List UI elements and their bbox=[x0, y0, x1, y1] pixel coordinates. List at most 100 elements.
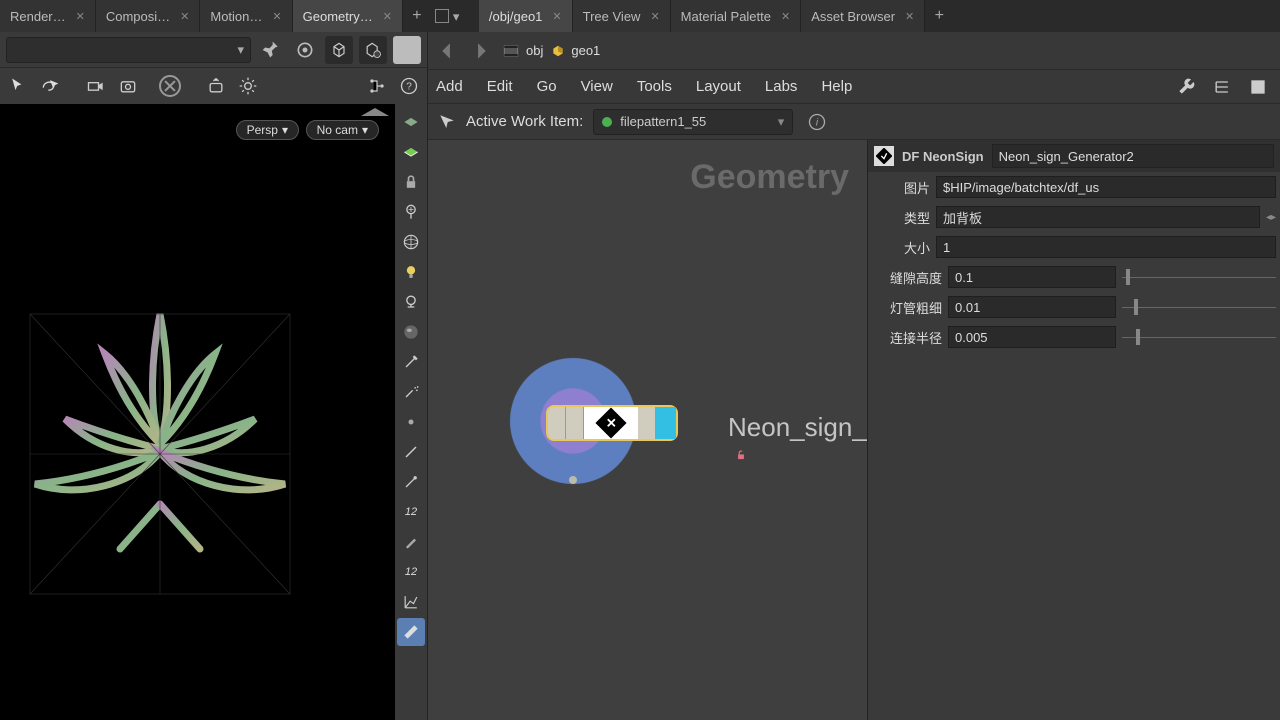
hierarchy-icon[interactable] bbox=[363, 72, 391, 100]
select-arrow-icon[interactable] bbox=[4, 72, 32, 100]
tab-split-icon[interactable] bbox=[435, 9, 449, 23]
nav-back-icon[interactable] bbox=[434, 38, 460, 64]
param-slider[interactable] bbox=[1122, 266, 1276, 288]
param-row: 大小1 bbox=[868, 232, 1280, 262]
target-ring-icon[interactable] bbox=[291, 36, 319, 64]
menu-bar: Add Edit Go View Tools Layout Labs Help bbox=[428, 70, 1280, 104]
sphere-solid-icon[interactable] bbox=[397, 318, 425, 346]
view-select-dropdown[interactable]: ▾ bbox=[6, 37, 251, 63]
panel-max-icon[interactable] bbox=[1244, 73, 1272, 101]
tab-right[interactable]: Material Palette✕ bbox=[671, 0, 802, 32]
param-row: 类型加背板◂▸ bbox=[868, 202, 1280, 232]
blank-panel-icon[interactable] bbox=[393, 36, 421, 64]
camera-flash-icon[interactable] bbox=[202, 72, 230, 100]
list-tree-icon[interactable] bbox=[1208, 73, 1236, 101]
tab-close-icon[interactable]: ✕ bbox=[176, 8, 193, 25]
add-tab-right-icon[interactable]: + bbox=[925, 7, 953, 25]
cam-link-icon[interactable] bbox=[82, 72, 110, 100]
scoop-icon[interactable] bbox=[397, 528, 425, 556]
brush-icon[interactable] bbox=[397, 438, 425, 466]
3d-viewport[interactable]: Persp▾ No cam▾ bbox=[0, 104, 395, 720]
globe-icon[interactable] bbox=[397, 228, 425, 256]
disabled-ring-icon[interactable] bbox=[156, 72, 184, 100]
param-select-arrows[interactable]: ◂▸ bbox=[1266, 212, 1276, 223]
pick-icon[interactable] bbox=[397, 468, 425, 496]
menu-add[interactable]: Add bbox=[436, 78, 463, 95]
path-crumb-geo[interactable]: geo1 bbox=[551, 43, 600, 58]
add-tab-left-icon[interactable]: + bbox=[403, 7, 431, 25]
param-slider[interactable] bbox=[1122, 326, 1276, 348]
snapshot-icon[interactable] bbox=[114, 72, 142, 100]
tab-right[interactable]: Asset Browser✕ bbox=[801, 0, 925, 32]
path-crumb-obj[interactable]: obj bbox=[502, 42, 543, 60]
tab-left[interactable]: Render…✕ bbox=[0, 0, 96, 32]
cube-wire-icon[interactable] bbox=[325, 36, 353, 64]
tab-close-icon[interactable]: ✕ bbox=[268, 8, 285, 25]
param-select[interactable]: 加背板 bbox=[936, 206, 1260, 228]
menu-tools[interactable]: Tools bbox=[637, 78, 672, 95]
measure-icon[interactable] bbox=[397, 618, 425, 646]
param-row: 缝隙高度0.1 bbox=[868, 262, 1280, 292]
tab-close-icon[interactable]: ✕ bbox=[777, 8, 794, 25]
viewport-selector-bar: ▾ bbox=[0, 32, 427, 68]
rendered-geometry bbox=[10, 274, 330, 614]
lasso-arrow-icon[interactable] bbox=[36, 72, 64, 100]
info-ring-icon[interactable]: i bbox=[803, 108, 831, 136]
tab-left[interactable]: Motion…✕ bbox=[200, 0, 292, 32]
node-name-field[interactable]: Neon_sign_Generator2 bbox=[992, 144, 1274, 168]
work-item-bar: Active Work Item: filepattern1_55 ▾ i bbox=[428, 104, 1280, 140]
graph-line-icon[interactable] bbox=[397, 588, 425, 616]
param-num-field[interactable]: 0.1 bbox=[948, 266, 1116, 288]
spray-icon[interactable] bbox=[397, 378, 425, 406]
param-num-field[interactable]: 0.01 bbox=[948, 296, 1116, 318]
tab-right[interactable]: /obj/geo1✕ bbox=[479, 0, 573, 32]
pin-icon[interactable] bbox=[257, 36, 285, 64]
help-ring-icon[interactable]: ? bbox=[395, 72, 423, 100]
shade-flat-icon[interactable] bbox=[397, 108, 425, 136]
param-num-field[interactable]: 0.005 bbox=[948, 326, 1116, 348]
work-item-dropdown[interactable]: filepattern1_55 ▾ bbox=[593, 109, 793, 135]
menu-go[interactable]: Go bbox=[537, 78, 557, 95]
param-label: 灯管粗细 bbox=[872, 298, 942, 317]
menu-layout[interactable]: Layout bbox=[696, 78, 741, 95]
tab-right[interactable]: Tree View✕ bbox=[573, 0, 671, 32]
gear-settings-icon[interactable] bbox=[234, 72, 262, 100]
nav-fwd-icon[interactable] bbox=[468, 38, 494, 64]
pin-marker-icon[interactable] bbox=[397, 198, 425, 226]
persp-dropdown[interactable]: Persp▾ bbox=[236, 120, 299, 140]
param-slider[interactable] bbox=[1122, 296, 1276, 318]
menu-labs[interactable]: Labs bbox=[765, 78, 798, 95]
menu-help[interactable]: Help bbox=[821, 78, 852, 95]
top-tab-row: Render…✕Composi…✕Motion…✕Geometry…✕ + ▾ … bbox=[0, 0, 1280, 32]
tab-menu-icon[interactable]: ▾ bbox=[453, 9, 467, 23]
tab-close-icon[interactable]: ✕ bbox=[379, 8, 396, 25]
node-graph[interactable]: Geometry ✕ Neon_sign_Genera bbox=[428, 140, 868, 720]
bulb-icon[interactable] bbox=[397, 258, 425, 286]
tab-close-icon[interactable]: ✕ bbox=[72, 8, 89, 25]
probe-icon[interactable] bbox=[397, 288, 425, 316]
menu-edit[interactable]: Edit bbox=[487, 78, 513, 95]
tab-close-icon[interactable]: ✕ bbox=[646, 8, 663, 25]
wrench-icon[interactable] bbox=[1172, 73, 1200, 101]
tab-left[interactable]: Geometry…✕ bbox=[293, 0, 403, 32]
unlock-icon bbox=[734, 448, 748, 462]
lock-icon[interactable] bbox=[397, 168, 425, 196]
node-type-label: DF NeonSign bbox=[902, 149, 984, 164]
param-row: 图片$HIP/image/batchtex/df_us bbox=[868, 172, 1280, 202]
count12b-icon[interactable]: 12 bbox=[397, 558, 425, 586]
tab-close-icon[interactable]: ✕ bbox=[901, 8, 918, 25]
wand-icon[interactable] bbox=[397, 348, 425, 376]
svg-text:?: ? bbox=[406, 81, 412, 92]
shade-smooth-icon[interactable] bbox=[397, 138, 425, 166]
viewport-side-toolbar: 12 12 bbox=[395, 104, 427, 720]
param-text-field[interactable]: $HIP/image/batchtex/df_us bbox=[936, 176, 1276, 198]
camera-dropdown[interactable]: No cam▾ bbox=[306, 120, 379, 140]
menu-view[interactable]: View bbox=[581, 78, 613, 95]
dot-icon[interactable] bbox=[397, 408, 425, 436]
param-num-field[interactable]: 1 bbox=[936, 236, 1276, 258]
node-body[interactable]: ✕ bbox=[546, 405, 678, 441]
count12-icon[interactable]: 12 bbox=[397, 498, 425, 526]
cube-gear-icon[interactable] bbox=[359, 36, 387, 64]
tab-left[interactable]: Composi…✕ bbox=[96, 0, 201, 32]
tab-close-icon[interactable]: ✕ bbox=[548, 8, 565, 25]
